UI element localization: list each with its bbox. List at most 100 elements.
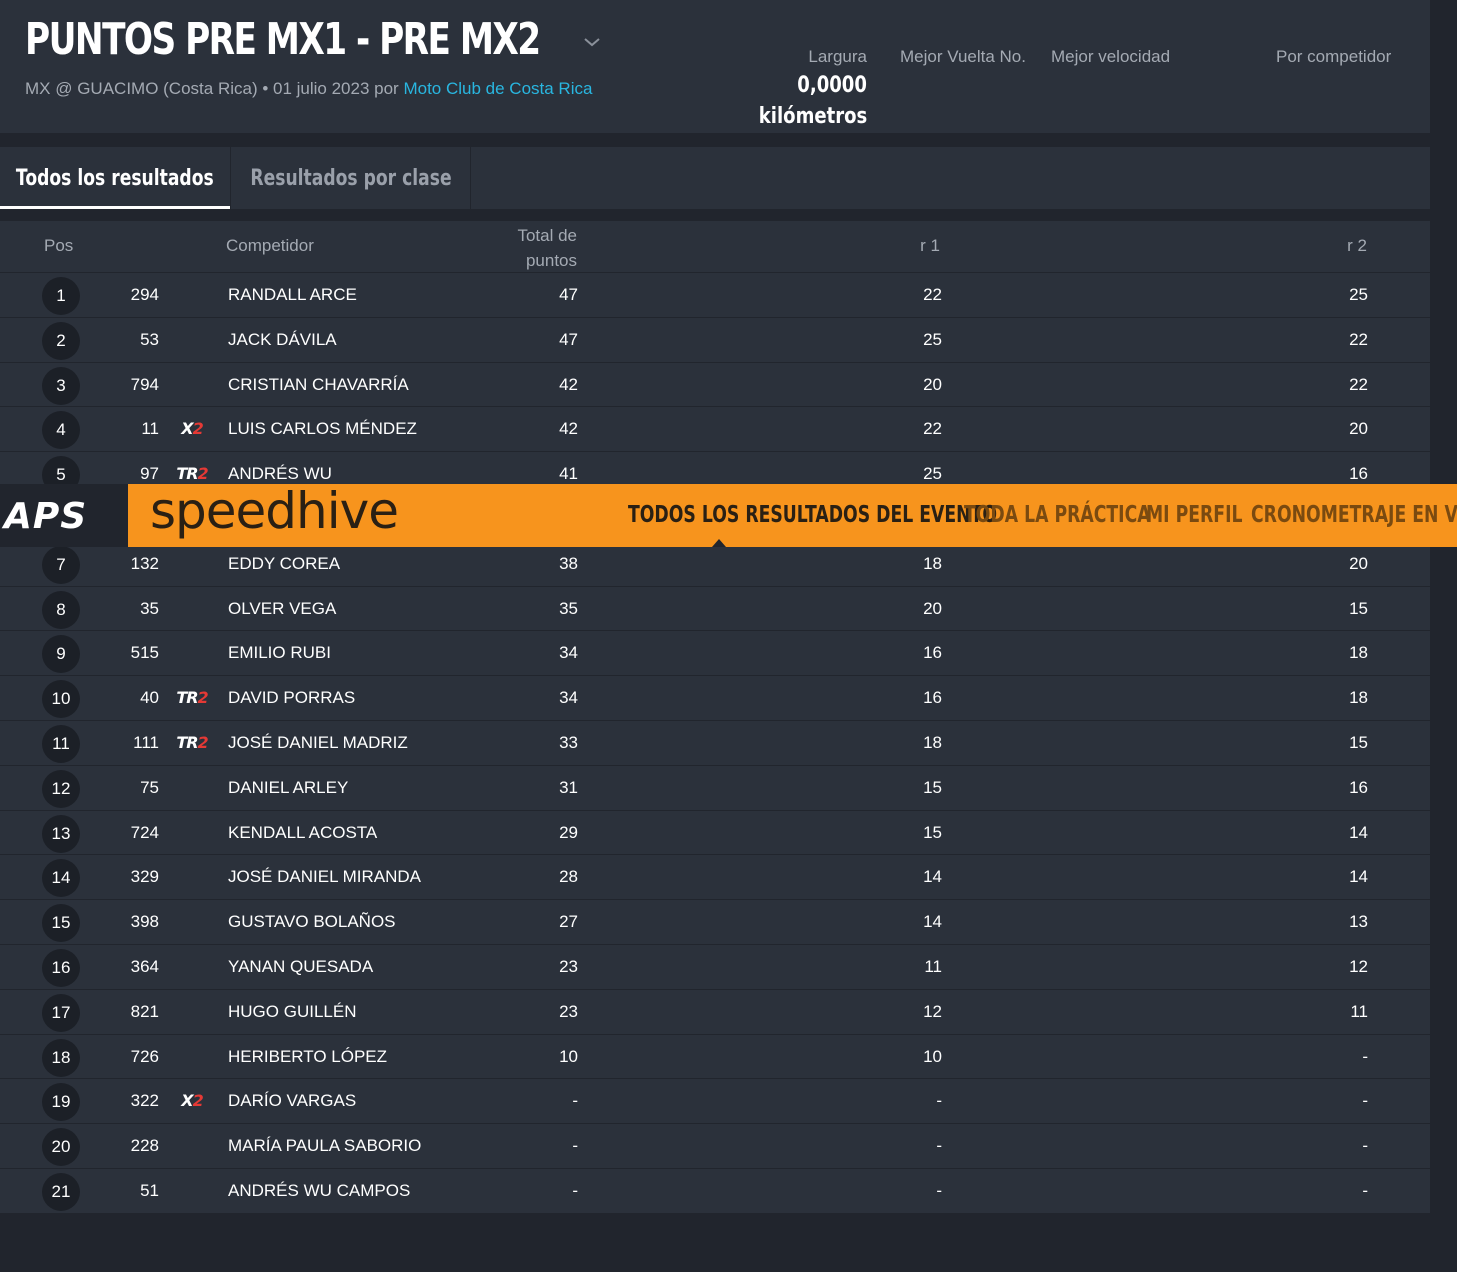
competitor-name[interactable]: YANAN QUESADA [228, 957, 373, 977]
bike-number: 35 [140, 598, 159, 618]
competitor-name[interactable]: DANIEL ARLEY [228, 778, 348, 798]
brand-logo-digit: 2 [197, 732, 209, 752]
aps-logo[interactable]: APS [4, 496, 87, 537]
table-row[interactable]: 17 821 HUGO GUILLÉN 23 12 11 [0, 990, 1430, 1035]
brand-logo-letters: X [181, 419, 193, 439]
brand-logo-icon: X2 [172, 1091, 212, 1110]
bike-number: 97 [140, 464, 159, 484]
r2-points: - [1362, 1180, 1368, 1200]
largura-value: 0,0000 [797, 73, 867, 98]
tab-all-results[interactable]: Todos los resultados [0, 147, 231, 209]
r1-points: 20 [923, 598, 942, 618]
nav-all-event-results[interactable]: TODOS LOS RESULTADOS DEL EVENTO [628, 502, 997, 528]
bike-number: 794 [130, 374, 159, 394]
table-row[interactable]: 4 11 X2 LUIS CARLOS MÉNDEZ 42 22 20 [0, 407, 1430, 453]
brand-logo-letters: X [181, 1091, 193, 1111]
competitor-name[interactable]: RANDALL ARCE [228, 285, 357, 305]
header-r2[interactable]: r 2 [1347, 236, 1367, 256]
bike-number: 329 [130, 867, 159, 887]
nav-live-timing[interactable]: CRONOMETRAJE EN VIVO [1251, 502, 1457, 528]
competitor-name[interactable]: EDDY COREA [228, 554, 340, 574]
event-header: PUNTOS PRE MX1 - PRE MX2 MX @ GUACIMO (C… [0, 0, 1430, 133]
total-points: 41 [559, 464, 578, 484]
r2-points: - [1362, 1091, 1368, 1111]
table-row[interactable]: 9 515 EMILIO RUBI 34 16 18 [0, 631, 1430, 677]
table-row[interactable]: 21 51 ANDRÉS WU CAMPOS - - - [0, 1169, 1430, 1214]
competitor-name[interactable]: EMILIO RUBI [228, 643, 331, 663]
competitor-name[interactable]: DARÍO VARGAS [228, 1091, 356, 1111]
table-row[interactable]: 18 726 HERIBERTO LÓPEZ 10 10 - [0, 1035, 1430, 1080]
position-badge: 18 [42, 1038, 80, 1077]
table-row[interactable]: 19 322 X2 DARÍO VARGAS - - - [0, 1079, 1430, 1125]
bike-number: 294 [130, 285, 159, 304]
r2-points: 25 [1349, 285, 1368, 304]
r1-points: 25 [923, 464, 942, 484]
competitor-name[interactable]: JOSÉ DANIEL MIRANDA [228, 867, 421, 887]
competitor-name[interactable]: JOSÉ DANIEL MADRIZ [228, 733, 408, 753]
tab-all-results-label: Todos los resultados [16, 165, 214, 191]
position-badge: 4 [42, 411, 80, 450]
r2-points: 14 [1349, 822, 1368, 842]
competitor-name[interactable]: LUIS CARLOS MÉNDEZ [228, 419, 417, 439]
competitor-name[interactable]: DAVID PORRAS [228, 688, 355, 708]
competitor-name[interactable]: ANDRÉS WU CAMPOS [228, 1181, 410, 1201]
table-row[interactable]: 13 724 KENDALL ACOSTA 29 15 14 [0, 811, 1430, 856]
competitor-name[interactable]: GUSTAVO BOLAÑOS [228, 912, 396, 932]
nav-all-practice[interactable]: TODA LA PRÁCTICA [964, 502, 1151, 528]
tab-results-by-class[interactable]: Resultados por clase [231, 147, 471, 209]
competitor-name[interactable]: MARÍA PAULA SABORIO [228, 1136, 421, 1156]
organizer-link[interactable]: Moto Club de Costa Rica [403, 79, 592, 98]
brand-logo-letters: TR [176, 688, 198, 708]
header-pos[interactable]: Pos [44, 236, 73, 256]
table-row[interactable]: 8 35 OLVER VEGA 35 20 15 [0, 587, 1430, 632]
header-total-points[interactable]: Total de puntos [517, 223, 577, 273]
competitor-name[interactable]: KENDALL ACOSTA [228, 823, 377, 843]
table-row[interactable]: 11 111 TR2 JOSÉ DANIEL MADRIZ 33 18 15 [0, 721, 1430, 766]
bike-number: 51 [140, 1180, 159, 1200]
total-points: 42 [559, 374, 578, 394]
position-badge: 9 [42, 635, 80, 674]
speedhive-logo[interactable]: speedhive [150, 484, 399, 540]
competitor-name[interactable]: HERIBERTO LÓPEZ [228, 1047, 387, 1067]
competitor-name[interactable]: ANDRÉS WU [228, 464, 332, 484]
table-row[interactable]: 12 75 DANIEL ARLEY 31 15 16 [0, 766, 1430, 811]
table-header: Pos Competidor Total de puntos r 1 r 2 [0, 221, 1430, 273]
nav-my-profile[interactable]: MI PERFIL [1146, 502, 1242, 528]
brand-logo-icon: TR2 [172, 464, 212, 483]
table-row[interactable]: 20 228 MARÍA PAULA SABORIO - - - [0, 1124, 1430, 1169]
competitor-name[interactable]: OLVER VEGA [228, 599, 336, 619]
header-total-line1: Total de [517, 226, 577, 245]
chevron-down-icon[interactable] [582, 32, 602, 52]
table-row[interactable]: 15 398 GUSTAVO BOLAÑOS 27 14 13 [0, 900, 1430, 945]
header-competitor[interactable]: Competidor [226, 236, 314, 256]
brand-logo-icon: TR2 [172, 733, 212, 752]
r2-points: 15 [1349, 598, 1368, 618]
competitor-name[interactable]: CRISTIAN CHAVARRÍA [228, 375, 409, 395]
table-row[interactable]: 16 364 YANAN QUESADA 23 11 12 [0, 945, 1430, 990]
competitor-name[interactable]: JACK DÁVILA [228, 330, 337, 350]
competitor-name[interactable]: HUGO GUILLÉN [228, 1002, 356, 1022]
total-points: 27 [559, 912, 578, 932]
r1-points: 25 [923, 329, 942, 349]
position-badge: 8 [42, 590, 80, 629]
table-row[interactable]: 14 329 JOSÉ DANIEL MIRANDA 28 14 14 [0, 855, 1430, 901]
header-r1[interactable]: r 1 [920, 236, 940, 256]
bike-number: 111 [133, 732, 159, 752]
table-row[interactable]: 2 53 JACK DÁVILA 47 25 22 [0, 318, 1430, 363]
total-points: 31 [559, 777, 578, 797]
r2-points: 14 [1349, 867, 1368, 887]
r1-points: 22 [923, 285, 942, 304]
brand-logo-icon: TR2 [172, 688, 212, 707]
r2-points: 18 [1349, 643, 1368, 663]
position-badge: 16 [42, 948, 80, 987]
table-row[interactable]: 1 294 RANDALL ARCE 47 22 25 [0, 273, 1430, 318]
table-row[interactable]: 10 40 TR2 DAVID PORRAS 34 16 18 [0, 676, 1430, 721]
table-row[interactable]: 7 132 EDDY COREA 38 18 20 [0, 542, 1430, 587]
r1-points: 20 [923, 374, 942, 394]
table-row[interactable]: 3 794 CRISTIAN CHAVARRÍA 42 20 22 [0, 363, 1430, 408]
position-badge: 15 [42, 904, 80, 943]
r2-points: 18 [1349, 688, 1368, 708]
bike-number: 75 [140, 777, 159, 797]
r2-points: 13 [1349, 912, 1368, 932]
results-page: PUNTOS PRE MX1 - PRE MX2 MX @ GUACIMO (C… [0, 0, 1430, 1214]
